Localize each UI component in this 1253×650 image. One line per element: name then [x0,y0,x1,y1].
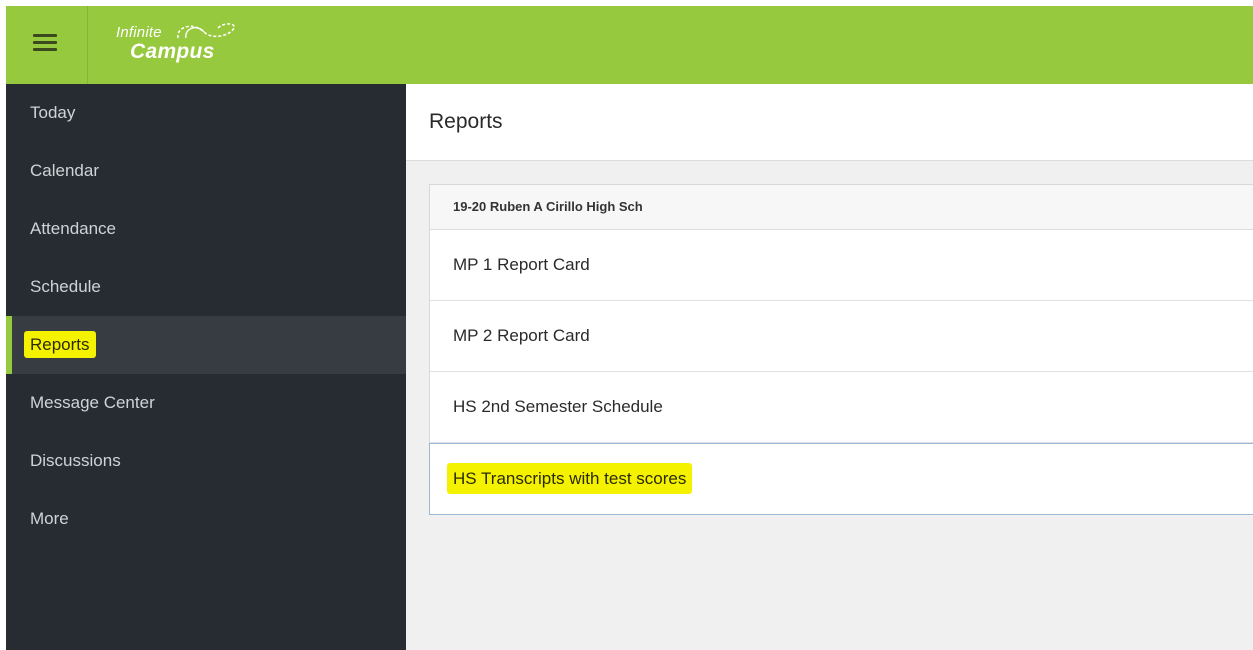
report-item-hs-transcripts[interactable]: HS Transcripts with test scores [429,443,1253,515]
report-item-label: HS 2nd Semester Schedule [453,397,663,416]
sidebar-item-discussions[interactable]: Discussions [6,432,406,490]
top-bar: Infinite Campus [6,6,1253,84]
sidebar-item-label: Discussions [30,451,121,470]
report-item-hs-2nd-semester-schedule[interactable]: HS 2nd Semester Schedule [430,372,1253,443]
report-item-mp1-report-card[interactable]: MP 1 Report Card [430,230,1253,301]
sidebar-item-label: Today [30,103,76,122]
sidebar-item-label: Reports [24,331,96,358]
sidebar-item-label: More [30,509,69,528]
report-item-label: HS Transcripts with test scores [447,463,693,494]
sidebar-nav: Today Calendar Attendance Schedule Repor… [6,84,406,650]
page-title: Reports [429,110,503,133]
infinite-campus-logo[interactable]: Infinite Campus [112,18,252,68]
sidebar-item-today[interactable]: Today [6,84,406,142]
sidebar-item-schedule[interactable]: Schedule [6,258,406,316]
report-item-label: MP 2 Report Card [453,326,590,345]
sidebar-item-label: Calendar [30,161,99,180]
sidebar-item-more[interactable]: More [6,490,406,548]
reports-card: 19-20 Ruben A Cirillo High Sch MP 1 Repo… [429,184,1253,515]
report-item-label: MP 1 Report Card [453,255,590,274]
sidebar-item-label: Schedule [30,277,101,296]
sidebar-item-label: Message Center [30,393,155,412]
sidebar-item-reports[interactable]: Reports [6,316,406,374]
page-header: Reports [406,84,1253,161]
logo-text-infinite: Infinite [116,24,162,41]
infinite-campus-logo-icon [177,23,235,39]
sidebar-item-label: Attendance [30,219,117,238]
sidebar-item-message-center[interactable]: Message Center [6,374,406,432]
app-window: Infinite Campus Today Calendar Attendanc… [6,6,1253,650]
hamburger-menu-icon[interactable] [33,32,57,54]
report-item-mp2-report-card[interactable]: MP 2 Report Card [430,301,1253,372]
main-content: Reports 19-20 Ruben A Cirillo High Sch M… [406,84,1253,650]
sidebar-item-calendar[interactable]: Calendar [6,142,406,200]
school-header: 19-20 Ruben A Cirillo High Sch [430,185,1253,230]
menu-button[interactable] [6,6,88,84]
sidebar-item-attendance[interactable]: Attendance [6,200,406,258]
